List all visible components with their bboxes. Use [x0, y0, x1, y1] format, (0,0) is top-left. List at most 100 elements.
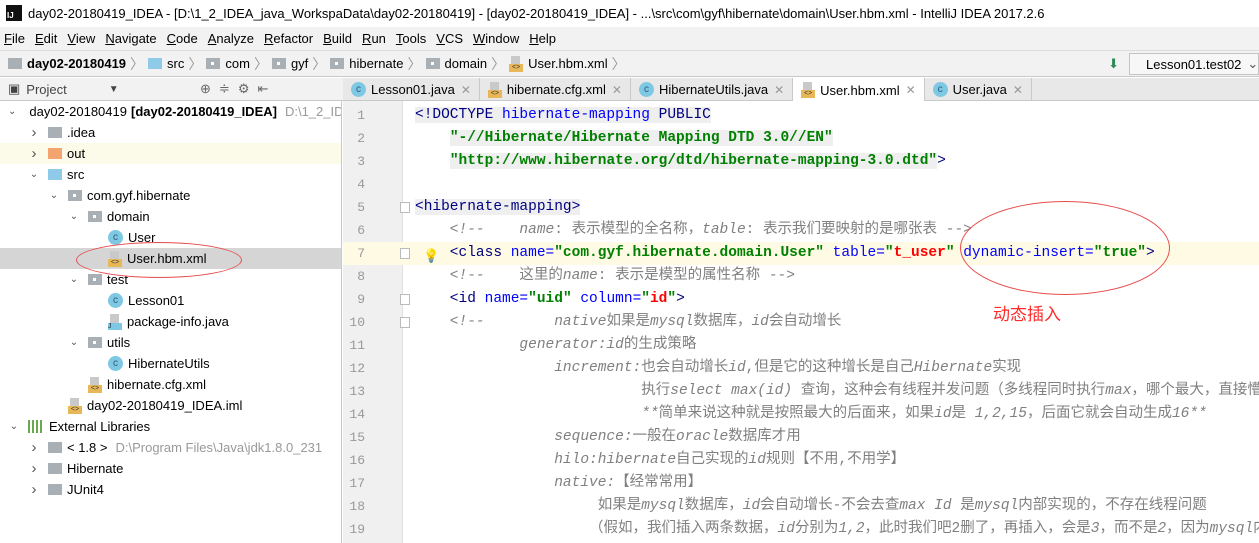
chevron-down-icon[interactable]: ⌄ — [8, 421, 20, 432]
code-token: ，而不是 — [1099, 521, 1158, 537]
menu-window[interactable]: Window — [473, 31, 519, 46]
gear-icon[interactable]: ⚙ — [238, 81, 258, 96]
breadcrumb-label: com — [225, 56, 250, 71]
code-line[interactable]: 19 （假如，我们插入两条数据，id分别为1,2，此时我们吧2删了，再插入，会是… — [343, 518, 1259, 541]
chevron-right-icon[interactable]: › — [28, 124, 40, 141]
menu-code[interactable]: Code — [167, 31, 198, 46]
tree-item[interactable]: › .idea — [0, 122, 341, 143]
chevron-right-icon[interactable]: › — [28, 481, 40, 498]
collapse-icon[interactable]: ≑ — [219, 81, 238, 96]
breadcrumb-item[interactable]: hibernate 〉 — [330, 54, 422, 74]
chevron-down-icon[interactable]: ⌄ — [48, 190, 60, 201]
menu-tools[interactable]: Tools — [396, 31, 426, 46]
breadcrumb-item[interactable]: src 〉 — [148, 54, 202, 74]
code-line[interactable]: 13 执行select max(id) 查询，这种会有线程并发问题（多线程同时执… — [343, 380, 1259, 403]
chevron-down-icon[interactable]: ⌄ — [68, 211, 80, 222]
tree-item[interactable]: › < 1.8 > D:\Program Files\Java\jdk1.8.0_2… — [0, 437, 341, 458]
project-view-select[interactable]: Project — [26, 82, 66, 97]
code-line[interactable]: 2 "-//Hibernate/Hibernate Mapping DTD 3.… — [343, 127, 1259, 150]
tree-item[interactable]: ⌄ utils — [0, 332, 341, 353]
tree-item[interactable]: ⌄ External Libraries — [0, 416, 341, 437]
tab-user-hbm-xml[interactable]: User.hbm.xml ✕ — [793, 78, 925, 102]
tree-item[interactable]: › JUnit4 — [0, 479, 341, 500]
chevron-right-icon[interactable]: › — [28, 145, 40, 162]
code-line[interactable]: 12 increment:也会自动增长id,但是它的这种增长是自己Hiberna… — [343, 357, 1259, 380]
chevron-down-icon[interactable]: ▼ — [109, 84, 119, 95]
code-line[interactable]: 18 如果是mysql数据库，id会自动增长-不会去查max Id 是mysql… — [343, 495, 1259, 518]
breadcrumb-item[interactable]: day02-20180419 〉 — [8, 54, 144, 74]
vcs-update-icon[interactable]: ⬇ — [1108, 56, 1119, 72]
breadcrumb-item[interactable]: com 〉 — [206, 54, 268, 74]
tree-item[interactable]: ⌄ src — [0, 164, 341, 185]
code-token: hilo:hibernate — [415, 452, 677, 468]
close-icon[interactable]: ✕ — [1013, 83, 1023, 97]
breadcrumb-item[interactable]: domain 〉 — [425, 54, 505, 74]
fold-marker-icon[interactable] — [400, 202, 410, 213]
close-icon[interactable]: ✕ — [774, 83, 784, 97]
menu-analyze[interactable]: Analyze — [208, 31, 254, 46]
chevron-right-icon[interactable]: › — [28, 460, 40, 477]
fold-marker-icon[interactable] — [400, 248, 410, 259]
tree-item[interactable]: day02-20180419_IDEA.iml — [0, 395, 341, 416]
code-line[interactable]: 9 <id name="uid" column="id"> — [343, 288, 1259, 311]
code-token: <!-- — [415, 222, 520, 238]
tree-item[interactable]: ⌄ day02-20180419 [day02-20180419_IDEA] D:\1… — [0, 101, 341, 122]
tab-lesson01-java[interactable]: c Lesson01.java ✕ — [343, 78, 480, 101]
menu-file[interactable]: File — [4, 31, 25, 46]
line-number: 4 — [357, 177, 365, 192]
annotation-ellipse-tree — [76, 242, 242, 278]
menu-refactor[interactable]: Refactor — [264, 31, 313, 46]
fold-marker-icon[interactable] — [400, 294, 410, 305]
chevron-right-icon[interactable]: › — [28, 439, 40, 456]
code-text: <!-- native如果是mysql数据库，id会自动增长 — [415, 311, 842, 334]
menu-vcs[interactable]: VCS — [436, 31, 463, 46]
chevron-down-icon[interactable]: ⌄ — [68, 337, 80, 348]
breadcrumb-item[interactable]: gyf 〉 — [271, 54, 326, 74]
menu-build[interactable]: Build — [323, 31, 352, 46]
menu-navigate[interactable]: Navigate — [105, 31, 156, 46]
fold-marker-icon[interactable] — [400, 317, 410, 328]
code-line[interactable]: 17 native:【经常常用】 — [343, 472, 1259, 495]
code-line[interactable]: 11 generator:id的生成策略 — [343, 334, 1259, 357]
tree-item[interactable]: package-info.java — [0, 311, 341, 332]
breadcrumb-item[interactable]: User.hbm.xml〉 — [509, 54, 626, 74]
close-icon[interactable]: ✕ — [612, 83, 622, 97]
close-icon[interactable]: ✕ — [461, 83, 471, 97]
tree-item[interactable]: ⌄ domain — [0, 206, 341, 227]
chevron-down-icon[interactable]: ⌄ — [28, 169, 40, 180]
code-line[interactable]: 10 <!-- native如果是mysql数据库，id会自动增长 — [343, 311, 1259, 334]
tree-item[interactable]: c Lesson01 — [0, 290, 341, 311]
close-icon[interactable]: ✕ — [906, 83, 916, 97]
tree-item[interactable]: c HibernateUtils — [0, 353, 341, 374]
tab-hibernate-cfg-xml[interactable]: hibernate.cfg.xml ✕ — [480, 78, 631, 101]
tree-item[interactable]: › out — [0, 143, 341, 164]
code-line[interactable]: 15 sequence:一般在oracle数据库才用 — [343, 426, 1259, 449]
tree-item[interactable]: ⌄ com.gyf.hibernate — [0, 185, 341, 206]
menu-view[interactable]: View — [67, 31, 95, 46]
tab-hibernateutils-java[interactable]: c HibernateUtils.java ✕ — [631, 78, 794, 101]
code-line[interactable]: 16 hilo:hibernate自己实现的id规则【不用,不用学】 — [343, 449, 1259, 472]
hide-panel-icon[interactable]: ⇤ — [257, 81, 276, 96]
chevron-down-icon[interactable]: ⌄ — [68, 274, 80, 285]
code-line[interactable]: 4 — [343, 173, 1259, 196]
code-line[interactable]: 1 <!DOCTYPE hibernate-mapping PUBLIC — [343, 104, 1259, 127]
code-editor[interactable]: 1 <!DOCTYPE hibernate-mapping PUBLIC 2 "-/… — [343, 101, 1259, 543]
run-configuration-select[interactable]: Lesson01.test02 ⌄ — [1129, 53, 1259, 75]
locate-icon[interactable]: ⊕ — [200, 81, 219, 96]
library-icon — [48, 463, 62, 474]
tree-item[interactable]: › Hibernate — [0, 458, 341, 479]
menu-edit[interactable]: Edit — [35, 31, 57, 46]
code-token: id — [649, 291, 668, 307]
line-number: 10 — [349, 315, 365, 330]
code-line[interactable]: 14 **简单来说这种就是按照最大的后面来，如果id是 1,2,15，后面它就会… — [343, 403, 1259, 426]
code-token: 执行 — [415, 383, 671, 399]
menu-help[interactable]: Help — [529, 31, 556, 46]
tree-item[interactable]: hibernate.cfg.xml — [0, 374, 341, 395]
code-token: > — [676, 291, 685, 307]
code-line[interactable]: 3 "http://www.hibernate.org/dtd/hibernat… — [343, 150, 1259, 173]
chevron-down-icon[interactable]: ⌄ — [8, 106, 16, 117]
menu-run[interactable]: Run — [362, 31, 386, 46]
tab-user-java[interactable]: c User.java ✕ — [925, 78, 1032, 101]
line-number: 14 — [349, 407, 365, 422]
